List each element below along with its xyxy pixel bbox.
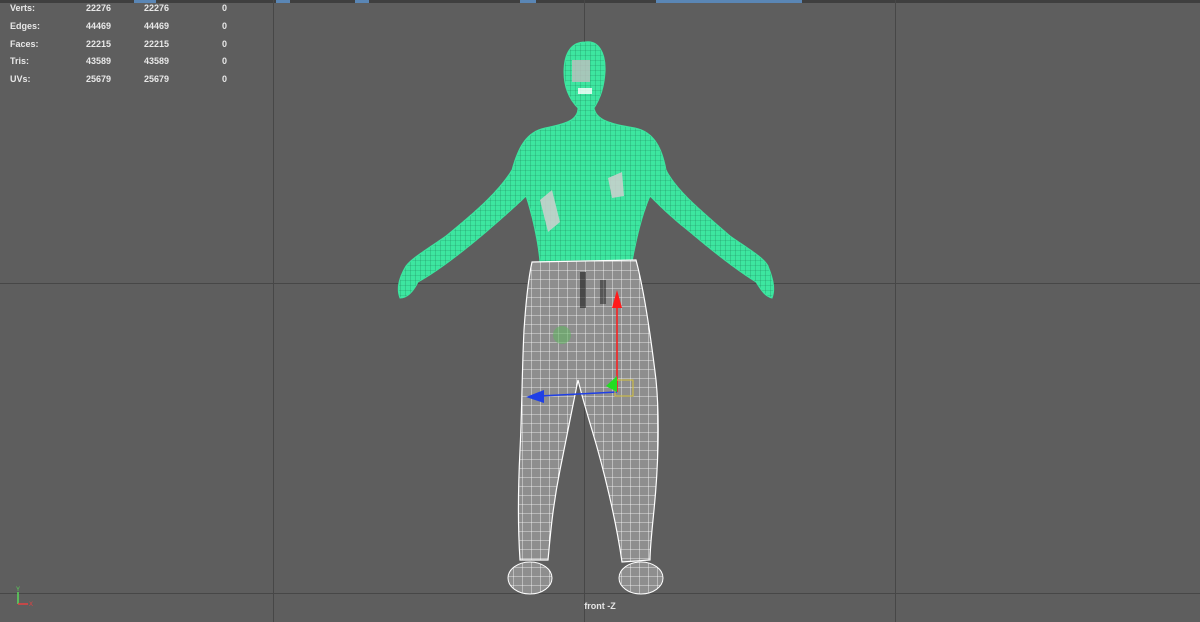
camera-view-label: front -Z (584, 601, 616, 611)
body-mesh-selected[interactable] (397, 41, 775, 299)
scene-canvas[interactable] (0, 0, 1200, 622)
pants-mesh[interactable] (507, 259, 664, 595)
viewport-panel[interactable]: Verts: 22276 22276 0 Edges: 44469 44469 … (0, 0, 1200, 622)
axis-y-label: Y (16, 587, 20, 593)
